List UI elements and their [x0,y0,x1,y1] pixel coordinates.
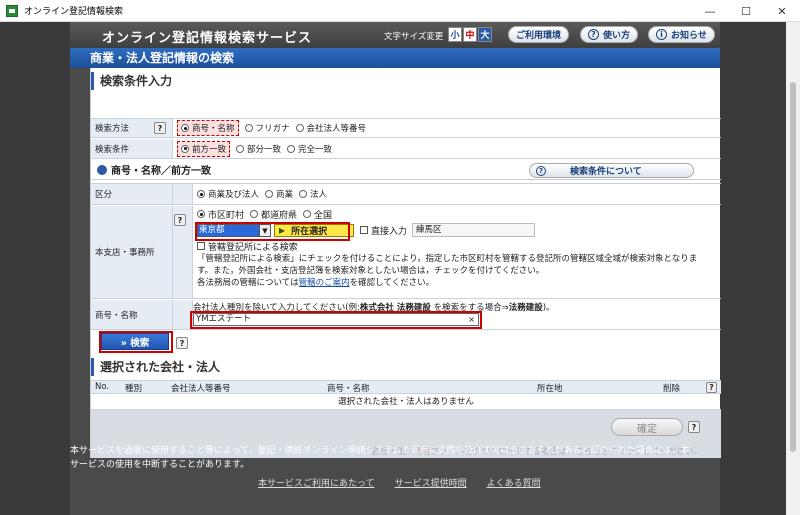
condition-radio-exact[interactable]: 完全一致 [287,143,332,155]
window-controls: — ☐ ✕ [692,0,800,22]
col-delete: 削除 [663,384,681,394]
help-icon[interactable]: ? [174,214,186,226]
window-titlebar: オンライン登記情報検索 — ☐ ✕ [0,0,800,22]
notice-label: お知らせ [671,31,707,41]
method-radio-number[interactable]: 会社法人等番号 [295,122,366,134]
kubun-options: 商業及び法人 商業 法人 [193,184,721,204]
condition-help-button[interactable]: ? 検索条件について [529,163,694,178]
office-scope: 市区町村 都道府県 全国 [197,208,721,221]
direct-input-checkbox[interactable]: 直接入力 [360,224,407,237]
condition-label: 検索条件 [91,139,173,158]
faq-link[interactable]: よくある質問 [487,476,541,489]
method-radio-kana[interactable]: フリガナ [244,122,290,134]
method-options: 商号・名称 フリガナ 会社法人等番号 [173,119,721,137]
usage-terms-link[interactable]: 本サービスご利用にあたって [258,476,375,489]
app-icon [6,4,18,17]
search-help-icon[interactable]: ? [176,337,188,349]
office-note-3: 各法務局の管轄については管轄のご案内を確認してください。 [197,278,435,288]
confirm-button[interactable]: 確定 [611,418,683,436]
col-no: No. [95,382,110,392]
scope-radio-prefecture[interactable]: 都道府県 [250,208,297,221]
direct-input-field[interactable]: 練馬区 [412,223,536,237]
scrollbar-thumb[interactable] [790,82,796,452]
vertical-scrollbar[interactable] [786,22,800,515]
globe-icon [97,164,107,175]
col-type: 種別 [125,384,143,394]
page-title: 商業・法人登記情報の検索 [70,48,720,68]
condition-radio-partial[interactable]: 部分一致 [236,143,281,155]
service-title: オンライン登記情報検索サービス [102,31,313,46]
service-hours-link[interactable]: サービス提供時間 [395,476,467,489]
office-note-1: 「管轄登記所による検索」にチェックを付けることにより，指定した市区町村を管轄する… [197,254,698,264]
search-panel: 検索条件入力 検索方法? 商号・名称 フリガナ 会社法人等番号 検索条件 前方一… [90,68,721,458]
howto-button[interactable]: ? 使い方 [580,26,639,43]
results-table-header: No. 種別 会社法人等番号 商号・名称 所在地 削除 ? [91,380,721,394]
results-empty: 選択された会社・法人はありません [91,394,721,410]
detail-heading: 商号・名称／前方一致 ? 検索条件について [91,160,721,180]
font-size-large-button[interactable]: 大 [478,27,492,42]
environment-button[interactable]: ご利用環境 [508,26,570,43]
condition-row: 検索条件 前方一致 部分一致 完全一致 [91,139,721,159]
font-size-medium-button[interactable]: 中 [463,27,477,42]
col-address: 所在地 [537,384,563,394]
kubun-label: 区分 [91,184,173,204]
method-label: 検索方法? [91,119,173,137]
name-label: 商号・名称 [91,300,173,329]
kubun-radio-both[interactable]: 商業及び法人 [197,188,259,200]
office-note-2: す。また，外国会社・支店登記簿を検索対象としたい場合は，チェックを付けてください… [197,266,545,276]
office-row: 本支店・事務所 ? 市区町村 都道府県 全国 東京都 ▼ ▶ 所在選択 直接入力 練… [91,206,721,299]
delete-help-icon[interactable]: ? [706,382,717,393]
col-name: 商号・名称 [327,384,370,394]
condition-radio-prefix[interactable]: 前方一致 [177,140,231,157]
highlight-search [99,331,173,353]
service-header: オンライン登記情報検索サービス 文字サイズ変更 小 中 大 ご利用環境 ? 使い方… [70,22,720,48]
highlight-name [190,311,482,329]
scope-radio-all[interactable]: 全国 [303,208,332,221]
conditions-heading: 検索条件入力 [91,72,721,90]
kubun-radio-corporate[interactable]: 法人 [299,188,327,200]
jurisdiction-guide-link[interactable]: 管轄のご案内 [299,278,350,288]
office-content: 市区町村 都道府県 全国 東京都 ▼ ▶ 所在選択 直接入力 練馬区 管轄登記所によ… [193,206,721,298]
jurisdiction-checkbox[interactable]: 管轄登記所による検索 [197,239,721,253]
env-label: ご利用環境 [516,31,562,41]
app-main: オンライン登記情報検索サービス 文字サイズ変更 小 中 大 ご利用環境 ? 使い方… [70,22,721,515]
method-row: 検索方法? 商号・名称 フリガナ 会社法人等番号 [91,118,721,138]
maximize-button[interactable]: ☐ [728,0,764,22]
condition-options: 前方一致 部分一致 完全一致 [173,139,721,158]
howto-label: 使い方 [603,31,631,41]
window-title: オンライン登記情報検索 [24,7,124,17]
font-size-label: 文字サイズ変更 [384,32,444,42]
footer-links: 本サービスご利用にあたって サービス提供時間 よくある質問 [258,476,541,489]
office-label: 本支店・事務所 [91,206,173,298]
usage-warning: 本サービスを過度に使用すること等によって，登記・供託オンライン申請システムの運用… [70,446,690,470]
info-icon: i [656,29,667,40]
question-icon: ? [536,165,546,176]
close-button[interactable]: ✕ [764,0,800,22]
results-heading: 選択された会社・法人 [91,358,721,376]
question-icon: ? [588,29,599,40]
method-radio-name[interactable]: 商号・名称 [177,120,239,136]
font-size-small-button[interactable]: 小 [448,27,462,42]
scope-radio-city[interactable]: 市区町村 [197,208,244,221]
highlight-location [195,222,350,241]
kubun-radio-commerce[interactable]: 商業 [265,188,293,200]
kubun-row: 区分 商業及び法人 商業 法人 [91,183,721,205]
minimize-button[interactable]: — [692,0,728,22]
help-icon[interactable]: ? [154,122,166,134]
notice-button[interactable]: i お知らせ [648,26,715,43]
confirm-help-icon[interactable]: ? [688,421,700,433]
col-number: 会社法人等番号 [171,384,231,394]
